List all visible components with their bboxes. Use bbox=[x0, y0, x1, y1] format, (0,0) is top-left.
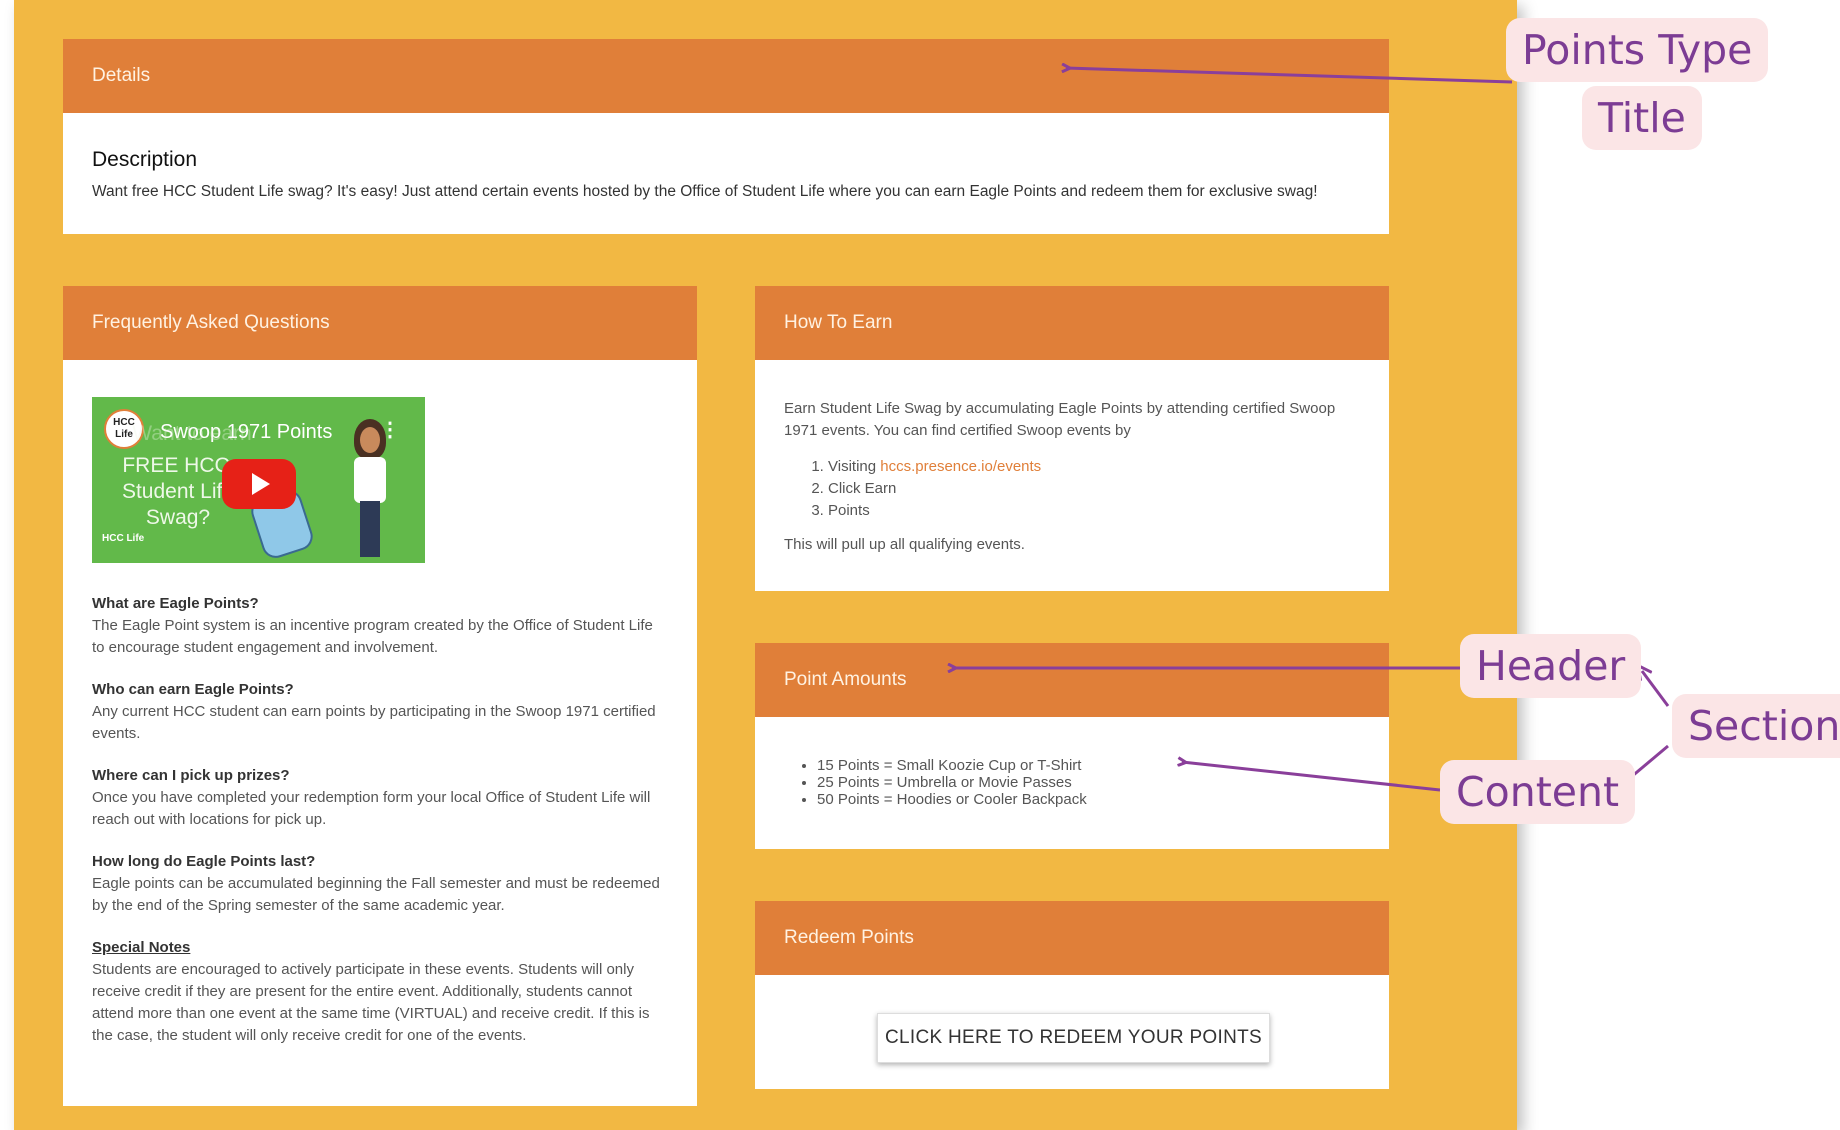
content-arrow bbox=[1182, 762, 1441, 792]
section-callout: Section bbox=[1672, 694, 1840, 758]
content-callout: Content bbox=[1440, 760, 1636, 824]
annotation-arrows bbox=[0, 0, 1670, 1130]
section-to-header-arrow bbox=[1642, 671, 1670, 707]
points-type-arrow bbox=[1066, 68, 1513, 84]
points-type-callout: Points Type bbox=[1506, 18, 1769, 82]
title-callout: Title bbox=[1582, 86, 1702, 150]
header-callout: Header bbox=[1460, 634, 1642, 698]
